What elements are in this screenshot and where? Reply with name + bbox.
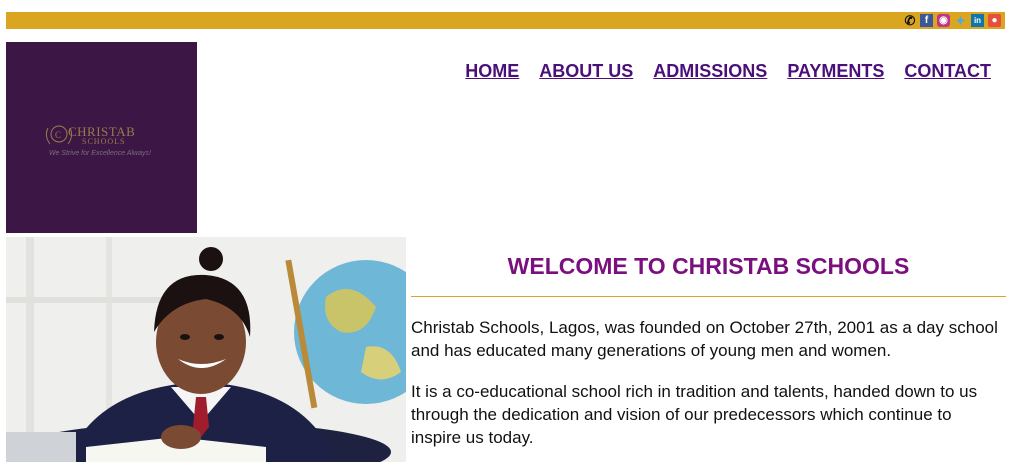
facebook-icon[interactable]: f xyxy=(920,14,933,27)
student-with-globe-illustration xyxy=(6,237,406,462)
svg-text:C: C xyxy=(55,130,61,140)
nav-contact[interactable]: CONTACT xyxy=(904,61,991,82)
site-logo[interactable]: C CHRISTAB SCHOOLS We Strive for Excelle… xyxy=(6,42,197,233)
hero-photo xyxy=(6,237,406,462)
page-title: WELCOME TO CHRISTAB SCHOOLS xyxy=(507,253,910,279)
phone-icon[interactable]: ✆ xyxy=(904,14,916,27)
instagram-icon[interactable]: ◉ xyxy=(937,14,950,27)
nav-admissions[interactable]: ADMISSIONS xyxy=(653,61,767,82)
top-bar: ✆ f ◉ ✦ in ● xyxy=(6,12,1005,29)
nav-payments[interactable]: PAYMENTS xyxy=(787,61,884,82)
nav-home[interactable]: HOME xyxy=(465,61,519,82)
twitter-icon[interactable]: ✦ xyxy=(954,14,967,27)
tradition-paragraph: It is a co-educational school rich in tr… xyxy=(411,382,978,447)
linkedin-icon[interactable]: in xyxy=(971,14,984,27)
map-pin-icon[interactable]: ● xyxy=(988,14,1001,27)
main-nav: HOME ABOUT US ADMISSIONS PAYMENTS CONTAC… xyxy=(465,61,991,82)
nav-about-us[interactable]: ABOUT US xyxy=(539,61,633,82)
social-icons: ✆ f ◉ ✦ in ● xyxy=(904,12,1001,29)
logo-subtitle: SCHOOLS xyxy=(82,137,126,146)
title-divider xyxy=(411,296,1006,297)
intro-paragraph: Christab Schools, Lagos, was founded on … xyxy=(411,318,998,360)
logo-tagline: We Strive for Excellence Always! xyxy=(49,150,151,157)
